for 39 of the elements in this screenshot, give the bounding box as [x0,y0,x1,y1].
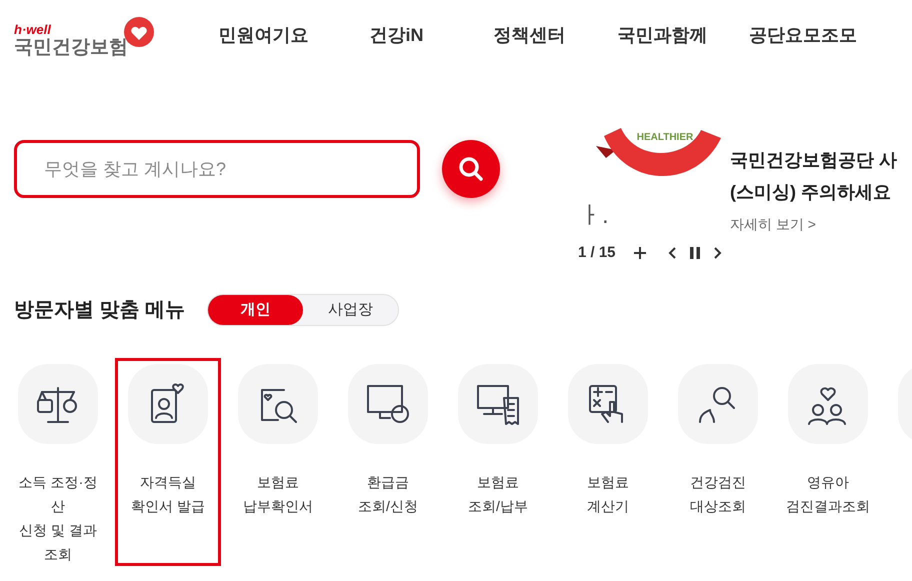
quick-menu-item[interactable]: 소득 조정·정 산 신청 및 결과 조회 [18,364,98,566]
menu-label: 소득 조정·정 산 신청 및 결과 조회 [18,473,98,564]
previous-icon[interactable] [668,247,676,260]
audience-tab[interactable]: 개인 [208,295,304,325]
menu-label: 보험료 계산기 [586,473,630,516]
nav-link[interactable]: 공단요모조모 [749,22,857,48]
slide-counter: 1 / 15 [578,243,616,263]
quick-menu-item[interactable]: 보험료 조회/납부 [458,364,538,566]
menu-label: 건강검진 대상조회 [689,473,747,516]
banner-title: (스미싱) 주의하세요 [730,181,892,204]
search-field[interactable]: 무엇을 찾고 계시나요? [14,140,420,198]
menu-label: 환급금 조회/신청 [357,473,419,516]
menu-label: 보험료 납부확인서 [242,473,314,516]
cut-text: ㅏ. [578,201,609,231]
quick-menu-item[interactable]: 환급금 조회/신청 [348,364,428,566]
banner-title: 국민건강보험공단 사 [730,149,898,172]
quick-menu-item[interactable]: 건강검진 대상조회 [678,364,758,566]
logo-tagline: h·well [14,23,52,36]
logo-name: 국민건강보험 [14,36,129,60]
quick-menu-item[interactable]: 보험료 납부확인서 [238,364,318,566]
search-icon [458,156,484,182]
nav-link[interactable]: 국민과함께 [616,22,709,48]
next-icon[interactable] [714,247,722,260]
audience-tab[interactable]: 사업장 [303,295,398,325]
plus-icon[interactable] [634,247,646,260]
nav-link[interactable]: 정책센터 [483,22,576,48]
pause-icon[interactable] [690,247,700,260]
menu-label: 보험료 조회/납부 [467,473,529,516]
quick-menu-item[interactable]: 자격득실 확인서 발급 [115,358,221,566]
section-title: 방문자별 맞춤 메뉴 [14,298,186,323]
menu-label: 자격득실 확인서 발급 [130,473,206,516]
quick-menu-item[interactable]: 보험료 계산기 [568,364,648,566]
nav-link[interactable]: 건강iN [350,22,443,48]
quick-menu-item[interactable]: 영유아 검진결과조회 [788,364,868,566]
search-button[interactable] [442,140,500,198]
more-link[interactable]: 자세히 보기 > [730,214,898,235]
nav-link[interactable]: 민원여기요 [217,22,310,48]
logo[interactable]: h·well 국민건강보험 [14,10,159,60]
menu-label: 영유아 검진결과조회 [785,473,871,516]
